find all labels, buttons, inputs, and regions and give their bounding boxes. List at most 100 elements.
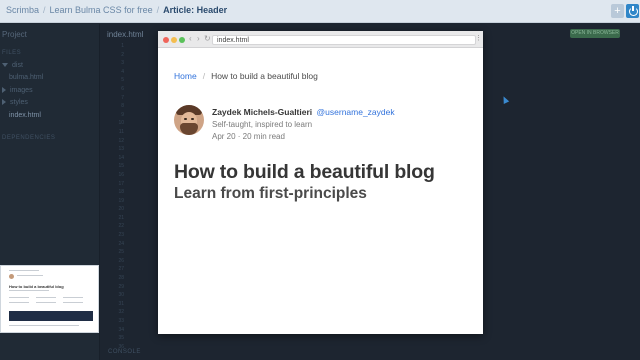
article-subtitle: Learn from first-principles: [174, 185, 367, 202]
minimize-window-icon[interactable]: [171, 37, 177, 43]
browser-menu-icon[interactable]: ⋮: [475, 34, 482, 42]
article-page: Home / How to build a beautiful blog Zayde…: [174, 71, 474, 202]
article-meta: Apr 20 · 20 min read: [212, 132, 285, 141]
address-bar[interactable]: index.html: [212, 35, 476, 45]
files-section-label: FILES: [2, 50, 22, 56]
breadcrumb-separator: /: [43, 5, 46, 15]
author-name-line: Zaydek Michels-Gualtieri @username_zayde…: [212, 107, 395, 117]
avatar-eye: [184, 118, 187, 120]
tree-item-dist[interactable]: dist: [2, 62, 23, 69]
tree-item-label: bulma.html: [9, 74, 44, 81]
thumb-line: [36, 302, 56, 303]
address-text: index.html: [217, 37, 249, 44]
line-number: 22: [118, 223, 124, 230]
line-number: 19: [118, 197, 124, 204]
line-number: 14: [118, 154, 124, 161]
line-number: 23: [118, 232, 124, 239]
preview-thumbnail[interactable]: How to build a beautiful blog: [0, 265, 99, 333]
tree-item-styles[interactable]: styles: [2, 99, 28, 106]
breadcrumb-current: Article: Header: [163, 5, 228, 15]
line-number: 2: [121, 51, 124, 58]
browser-window: ‹ › ↻ index.html ⋮ Home / How to build a b…: [158, 31, 483, 334]
thumb-line: [63, 302, 83, 303]
line-number: 29: [118, 283, 124, 290]
line-number: 5: [121, 77, 124, 84]
open-in-browser-button[interactable]: OPEN IN BROWSER: [570, 29, 620, 38]
tree-item-index-html[interactable]: index.html: [9, 112, 41, 119]
line-number: 33: [118, 318, 124, 324]
tree-item-label: styles: [10, 99, 28, 106]
thumb-dark-block: [9, 311, 93, 321]
author-bio: Self-taught, inspired to learn: [212, 120, 313, 129]
thumb-avatar: [9, 274, 14, 279]
tree-item-images[interactable]: images: [2, 87, 33, 94]
line-number: 27: [118, 266, 124, 273]
breadcrumb-scrimba[interactable]: Scrimba: [6, 5, 39, 15]
breadcrumb-home-link[interactable]: Home: [174, 71, 197, 81]
breadcrumb-separator: /: [202, 71, 206, 81]
line-number: 17: [118, 180, 124, 187]
thumb-line: [9, 270, 39, 271]
chevron-right-icon: [2, 87, 6, 94]
power-icon[interactable]: [626, 4, 639, 18]
sidebar-title: Project: [2, 30, 27, 39]
line-number: 28: [118, 275, 124, 282]
author-name: Zaydek Michels-Gualtieri: [212, 107, 313, 117]
breadcrumb: Scrimba / Learn Bulma CSS for free / Article…: [6, 5, 227, 15]
line-number: 3: [121, 60, 124, 67]
tree-item-bulma-html[interactable]: bulma.html: [9, 74, 43, 81]
line-number: 10: [118, 120, 124, 127]
top-bar: Scrimba / Learn Bulma CSS for free / Article…: [0, 0, 640, 23]
tree-item-label: dist: [12, 62, 23, 69]
line-number: 15: [118, 163, 124, 170]
close-window-icon[interactable]: [163, 37, 169, 43]
thumb-line: [17, 275, 43, 276]
avatar-beard: [180, 123, 198, 135]
line-number: 16: [118, 171, 124, 178]
article-breadcrumb: Home / How to build a beautiful blog: [174, 71, 474, 81]
line-number-gutter: 1 2 3 4 5 6 7 8 9 10 11 12 13 14 15 16 17 18 19 20 21 22 23 24 2…: [104, 42, 124, 351]
avatar-eye: [191, 118, 194, 120]
thumb-line: [36, 297, 56, 298]
line-number: 24: [118, 240, 124, 247]
add-button[interactable]: +: [611, 4, 624, 18]
author-handle-link[interactable]: @username_zaydek: [317, 107, 395, 117]
thumb-line: [9, 302, 29, 303]
breadcrumb-current-page: How to build a beautiful blog: [211, 71, 318, 81]
thumb-line: [9, 290, 49, 291]
line-number: 1: [121, 43, 124, 49]
line-number: 31: [118, 300, 124, 307]
tree-item-label: index.html: [9, 112, 41, 119]
line-number: 18: [118, 189, 124, 196]
breadcrumb-course[interactable]: Learn Bulma CSS for free: [50, 5, 153, 15]
forward-arrow-icon[interactable]: ›: [197, 34, 200, 44]
line-number: 13: [118, 146, 124, 153]
line-number: 7: [121, 94, 124, 101]
line-number: 30: [118, 292, 124, 299]
article-title: How to build a beautiful blog: [174, 161, 435, 183]
breadcrumb-separator: /: [156, 5, 160, 15]
author-media: Zaydek Michels-Gualtieri @username_zayde…: [174, 105, 474, 145]
line-number: 6: [121, 85, 124, 92]
line-number: 26: [118, 257, 124, 264]
line-number: 21: [118, 214, 124, 221]
reload-icon[interactable]: ↻: [204, 34, 211, 44]
browser-chrome: ‹ › ↻ index.html ⋮: [158, 31, 483, 48]
maximize-window-icon[interactable]: [179, 37, 185, 43]
dependencies-section-label: DEPENDENCIES: [2, 135, 56, 141]
tree-item-label: images: [10, 87, 33, 94]
line-number: 8: [121, 103, 124, 110]
thumb-line: [9, 297, 29, 298]
line-number: 35: [118, 335, 124, 342]
line-number: 11: [118, 128, 124, 135]
thumb-title: How to build a beautiful blog: [9, 284, 64, 289]
line-number: 9: [121, 111, 124, 118]
author-avatar: [174, 105, 204, 135]
thumb-line: [63, 297, 83, 298]
console-label: CONSOLE: [108, 349, 141, 355]
thumb-line: [9, 325, 79, 326]
chevron-down-icon: [2, 63, 8, 68]
line-number: 32: [118, 309, 124, 316]
back-arrow-icon[interactable]: ‹: [189, 34, 192, 44]
file-tab-index[interactable]: index.html: [107, 30, 143, 39]
